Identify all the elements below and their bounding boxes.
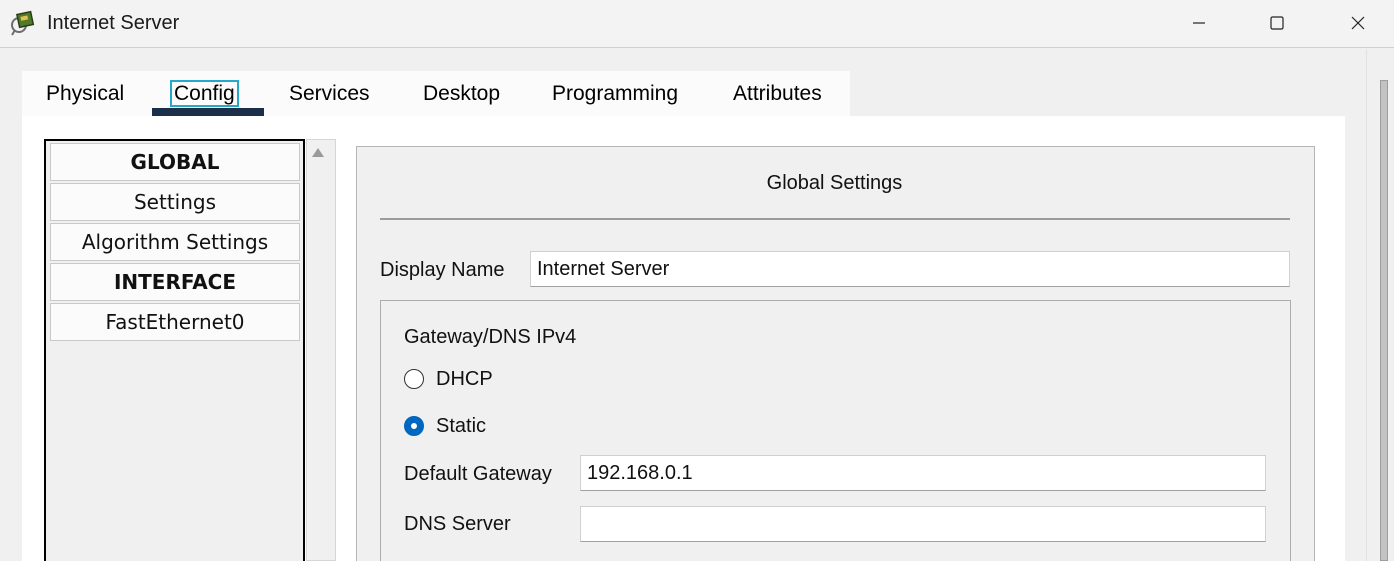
tab-config[interactable]: Config bbox=[170, 80, 239, 107]
gateway-dns-group-label: Gateway/DNS IPv4 bbox=[404, 326, 577, 348]
title-bar: Internet Server bbox=[0, 0, 1394, 48]
default-gateway-field[interactable]: 192.168.0.1 bbox=[580, 455, 1266, 491]
nav-item-fastethernet0[interactable]: FastEthernet0 bbox=[50, 303, 300, 341]
minimize-button[interactable] bbox=[1176, 0, 1222, 46]
tab-physical[interactable]: Physical bbox=[46, 82, 124, 106]
tab-attributes[interactable]: Attributes bbox=[733, 82, 822, 106]
tab-services[interactable]: Services bbox=[289, 82, 370, 106]
display-name-field[interactable]: Internet Server bbox=[530, 251, 1290, 287]
window-title: Internet Server bbox=[47, 12, 180, 34]
maximize-button[interactable] bbox=[1254, 0, 1300, 46]
maximize-icon bbox=[1270, 16, 1284, 30]
settings-title: Global Settings bbox=[766, 172, 903, 194]
dns-server-label: DNS Server bbox=[404, 513, 511, 535]
tab-desktop[interactable]: Desktop bbox=[423, 82, 500, 106]
nav-item-algorithm-settings[interactable]: Algorithm Settings bbox=[50, 223, 300, 261]
default-gateway-label: Default Gateway bbox=[404, 463, 552, 485]
minimize-icon bbox=[1193, 22, 1205, 24]
settings-divider bbox=[380, 218, 1290, 220]
display-name-label: Display Name bbox=[380, 259, 505, 281]
static-label[interactable]: Static bbox=[436, 415, 486, 438]
nav-list-scrollbar[interactable] bbox=[306, 139, 336, 561]
nav-header-interface: INTERFACE bbox=[50, 263, 300, 301]
nav-item-settings[interactable]: Settings bbox=[50, 183, 300, 221]
server-app-icon bbox=[11, 10, 35, 36]
close-button[interactable] bbox=[1335, 0, 1381, 46]
dhcp-radio[interactable] bbox=[404, 369, 424, 389]
window-scrollbar-thumb[interactable] bbox=[1380, 80, 1388, 561]
static-radio[interactable] bbox=[404, 416, 424, 436]
dns-server-field[interactable] bbox=[580, 506, 1266, 542]
scroll-up-arrow-icon[interactable] bbox=[312, 148, 324, 157]
nav-header-global: GLOBAL bbox=[50, 143, 300, 181]
close-icon bbox=[1351, 16, 1365, 30]
dhcp-label[interactable]: DHCP bbox=[436, 368, 493, 391]
tab-config-label: Config bbox=[170, 80, 239, 107]
tab-programming[interactable]: Programming bbox=[552, 82, 678, 106]
active-tab-indicator bbox=[152, 108, 264, 116]
